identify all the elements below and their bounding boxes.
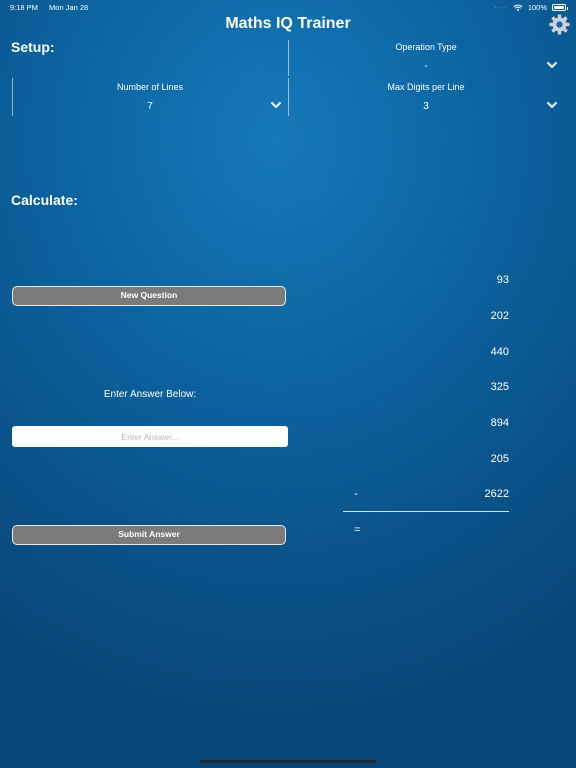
number-of-lines-picker[interactable]: Number of Lines 7 <box>12 82 288 114</box>
question-number: 440 <box>490 346 509 358</box>
setup-label: Setup: <box>11 39 55 55</box>
operation-type-label: Operation Type <box>395 42 457 52</box>
new-question-button[interactable]: New Question <box>12 286 286 306</box>
calculate-label: Calculate: <box>11 192 78 208</box>
max-digits-picker[interactable]: Max Digits per Line 3 <box>288 82 564 114</box>
operator-sign: - <box>354 488 358 500</box>
gear-icon[interactable] <box>549 14 570 35</box>
question-number: 93 <box>496 274 509 286</box>
home-indicator[interactable] <box>200 760 376 763</box>
question-number: 202 <box>490 310 509 322</box>
number-of-lines-value: 7 <box>147 101 153 112</box>
status-time: 9:18 PM <box>10 3 38 12</box>
sum-line <box>343 511 509 512</box>
app-title: Maths IQ Trainer <box>225 15 351 32</box>
number-of-lines-label: Number of Lines <box>116 82 184 92</box>
status-bar: 9:18 PM Mon Jan 28 ···· 100% <box>10 3 568 15</box>
submit-answer-button[interactable]: Submit Answer <box>12 525 286 545</box>
chevron-down-icon <box>546 101 558 109</box>
wifi-icon <box>513 4 523 11</box>
question-number: 2622 <box>484 488 509 500</box>
max-digits-label: Max Digits per Line <box>387 82 465 92</box>
question-number: 894 <box>490 417 509 429</box>
chevron-down-icon <box>546 61 558 69</box>
question-number: 325 <box>490 381 509 393</box>
battery-icon <box>552 4 568 11</box>
chevron-down-icon <box>270 101 282 109</box>
equals-sign: = <box>354 524 361 536</box>
operation-type-picker[interactable]: Operation Type - <box>288 42 564 74</box>
status-date: Mon Jan 28 <box>49 3 89 12</box>
max-digits-value: 3 <box>423 101 429 112</box>
answer-input[interactable] <box>12 426 288 447</box>
operation-type-value: - <box>424 61 428 72</box>
answer-prompt: Enter Answer Below: <box>103 389 197 400</box>
multitask-dots-icon: ···· <box>494 4 508 11</box>
question-number: 205 <box>490 453 509 465</box>
battery-percent: 100% <box>527 3 547 12</box>
